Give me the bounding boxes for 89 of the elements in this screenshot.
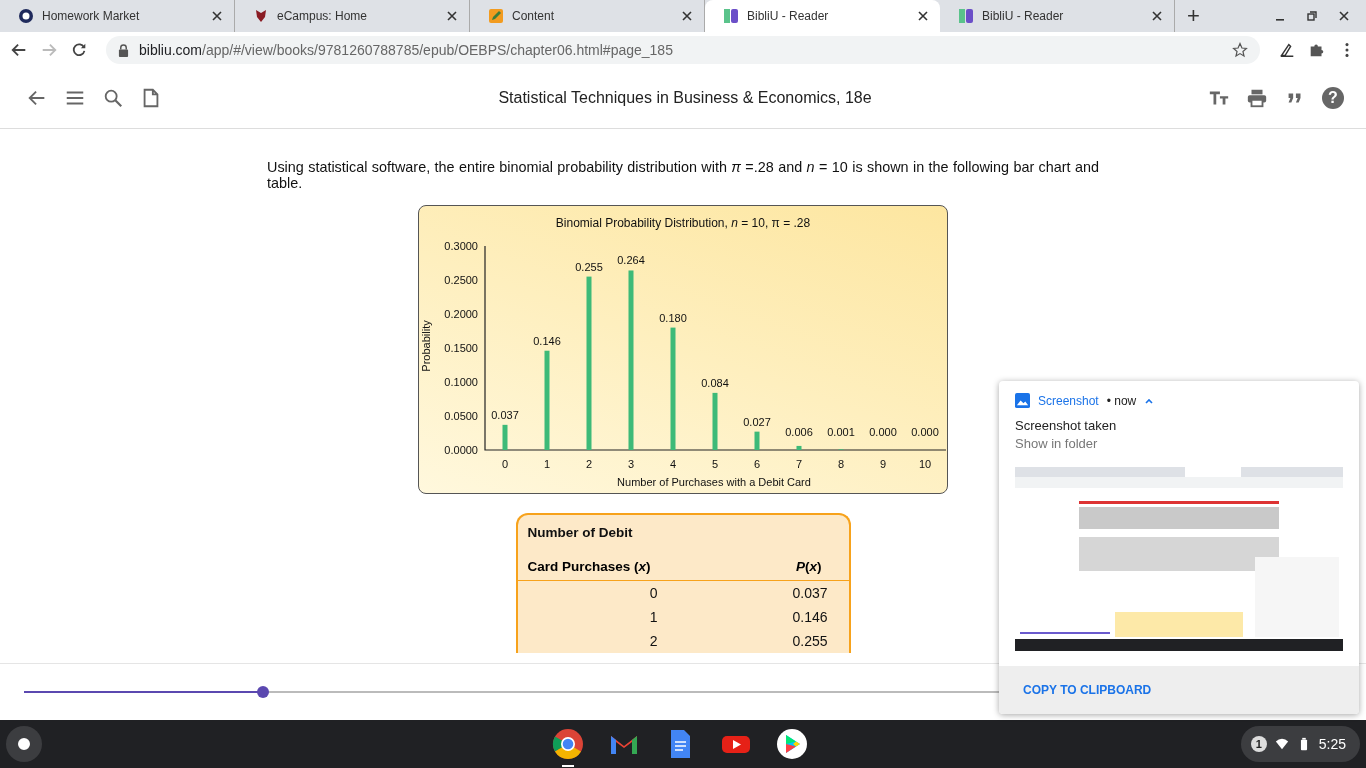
y-tick-label: 0.1500 — [444, 342, 478, 354]
shelf-app[interactable] — [552, 728, 584, 768]
browser-tab[interactable]: eCampus: Home — [235, 0, 470, 32]
pencil-icon — [488, 8, 504, 24]
close-icon[interactable] — [447, 11, 457, 21]
data-label: 0.084 — [701, 376, 729, 389]
table-cell-text: 0.037 — [791, 585, 828, 601]
data-label: 0.006 — [785, 426, 813, 438]
y-tick-label: 0.0500 — [444, 410, 478, 422]
search-icon[interactable] — [102, 87, 124, 109]
browser-tab[interactable]: Content — [470, 0, 705, 32]
data-label: 0.001 — [827, 426, 855, 438]
data-label: 0.000 — [911, 426, 939, 438]
data-label: 0.255 — [575, 260, 603, 273]
close-icon[interactable] — [212, 11, 222, 21]
back-icon[interactable] — [10, 41, 28, 59]
book-icon — [958, 8, 974, 24]
chart-bar — [754, 431, 760, 450]
new-tab-button[interactable]: + — [1175, 0, 1212, 32]
browser-tab[interactable]: Homework Market — [0, 0, 235, 32]
x-tick-label: 0 — [501, 458, 509, 470]
x-tick-label: 4 — [669, 458, 677, 470]
y-tick-label: 0.3000 — [444, 240, 478, 252]
reload-icon[interactable] — [70, 41, 88, 59]
chart-bar — [712, 392, 718, 450]
app-name: Screenshot — [1038, 393, 1099, 408]
x-tick-label: 1 — [543, 458, 551, 470]
ring-logo-icon — [18, 8, 34, 24]
chart-bar — [502, 424, 508, 450]
close-icon[interactable] — [1338, 10, 1350, 22]
table-cell-text: 0.146 — [791, 609, 828, 625]
body-paragraph: Using statistical software, the entire binomial probability distribution with π =.28 and n = 10 is shown in the following bar chart and table. — [267, 159, 1099, 191]
image-icon — [1015, 393, 1030, 408]
play-store-icon — [776, 728, 808, 760]
help-button[interactable]: ? — [1322, 87, 1344, 109]
data-label: 0.180 — [659, 311, 687, 324]
data-label: 0.146 — [533, 334, 561, 347]
data-label: 0.264 — [617, 254, 645, 267]
x-tick-label: 9 — [879, 458, 887, 470]
x-tick-label: 7 — [795, 458, 803, 470]
bookmark-star-icon[interactable] — [1232, 42, 1248, 58]
x-axis-title: Number of Purchases with a Debit Card — [617, 476, 811, 488]
chart-title: Binomial Probability Distribution, n = 10, π = .28 — [555, 215, 811, 232]
address-field[interactable]: bibliu.com/app/#/view/books/9781260788785/epub/OEBPS/chapter06.html#page_185 — [106, 36, 1260, 64]
notification-time: • now — [1106, 393, 1137, 408]
close-icon[interactable] — [682, 11, 692, 21]
table-header: P(x) — [795, 559, 822, 574]
table-cell-text: 2 — [648, 633, 658, 649]
emblem-icon — [253, 8, 269, 24]
x-tick-label: 2 — [585, 458, 593, 470]
y-axis-title: Probability — [420, 320, 432, 372]
x-tick-label: 8 — [837, 458, 845, 470]
table-header: Number of Debit — [527, 525, 633, 540]
print-icon[interactable] — [1246, 87, 1268, 109]
notification-count: 1 — [1250, 736, 1267, 752]
chart-bar — [796, 445, 802, 450]
notification-title: Screenshot taken — [1014, 417, 1118, 433]
close-icon[interactable] — [918, 11, 928, 21]
restore-icon[interactable] — [1306, 10, 1318, 22]
data-label: 0.037 — [491, 408, 519, 421]
status-tray[interactable]: 1 5:25 — [1240, 726, 1360, 762]
browser-tab[interactable]: BibliU - Reader — [940, 0, 1175, 32]
x-tick-label: 3 — [627, 458, 635, 470]
table-cell-text: 1 — [648, 609, 658, 625]
y-tick-label: 0.2500 — [444, 274, 478, 286]
table-cell-text: 0.255 — [791, 633, 828, 649]
launcher-button[interactable] — [6, 726, 42, 762]
data-label: 0.000 — [869, 426, 897, 438]
extension-icon[interactable] — [1278, 41, 1296, 59]
copy-to-clipboard-button[interactable]: COPY TO CLIPBOARD — [1023, 683, 1152, 697]
url-text: bibliu.com/app/#/view/books/9781260788785/epub/OEBPS/chapter06.html#page_185 — [139, 42, 674, 58]
book-icon — [723, 8, 739, 24]
data-label: 0.027 — [743, 415, 771, 428]
close-icon[interactable] — [1152, 11, 1162, 21]
book-title: Statistical Techniques in Business & Economics, 18e — [497, 89, 873, 107]
lock-icon — [118, 43, 129, 57]
wifi-icon — [1274, 737, 1289, 751]
y-tick-label: 0.0000 — [444, 444, 478, 456]
y-tick-label: 0.2000 — [444, 308, 478, 320]
table-cell-text: 0 — [648, 585, 658, 601]
x-tick-label: 5 — [711, 458, 719, 470]
table-header: Card Purchases (x) — [527, 559, 651, 574]
y-tick-label: 0.1000 — [444, 376, 478, 388]
chrome-icon — [552, 728, 584, 760]
clock: 5:25 — [1318, 736, 1346, 752]
x-tick-label: 6 — [753, 458, 761, 470]
x-tick-label: 10 — [918, 458, 932, 470]
show-in-folder-link[interactable]: Show in folder — [999, 433, 1359, 451]
browser-tab[interactable]: BibliU - Reader — [705, 0, 940, 32]
